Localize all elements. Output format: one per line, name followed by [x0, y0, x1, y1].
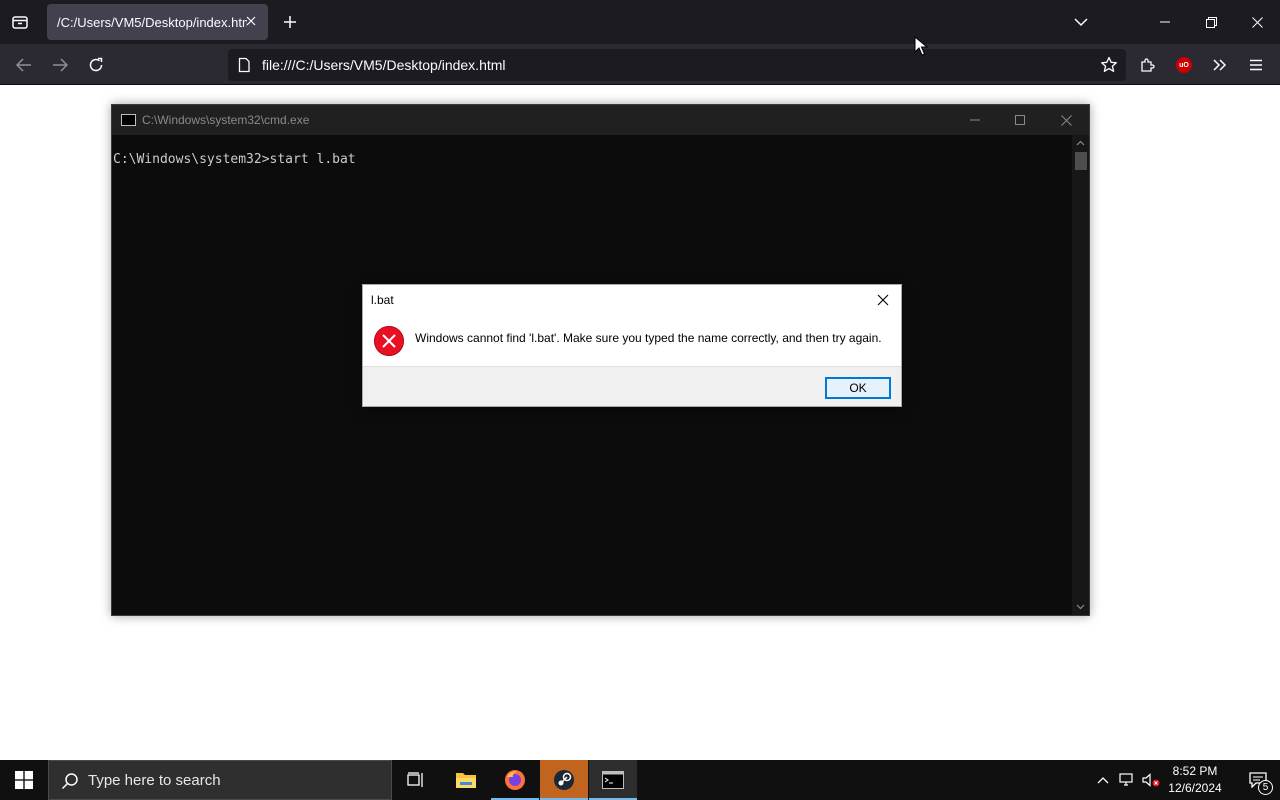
- start-button[interactable]: [0, 760, 48, 800]
- dialog-footer: OK: [363, 366, 901, 406]
- cmd-close-button[interactable]: [1043, 105, 1089, 135]
- reload-icon: [89, 57, 103, 72]
- terminal-icon: [602, 771, 624, 789]
- url-text: file:///C:/Users/VM5/Desktop/index.html: [262, 57, 506, 73]
- arrow-left-icon: [16, 58, 31, 72]
- taskbar-cmd[interactable]: [589, 760, 637, 800]
- cmd-maximize-button[interactable]: [997, 105, 1043, 135]
- taskbar-file-explorer[interactable]: [442, 760, 490, 800]
- cmd-window-title: C:\Windows\system32\cmd.exe: [142, 113, 310, 127]
- ok-button[interactable]: OK: [825, 377, 891, 399]
- cmd-scrollbar[interactable]: [1072, 135, 1089, 615]
- close-icon: [877, 294, 889, 306]
- ublock-icon: uO: [1176, 57, 1192, 73]
- close-icon: [1060, 114, 1072, 126]
- dialog-close-button[interactable]: [869, 287, 897, 313]
- volume-tray-button[interactable]: [1140, 760, 1162, 800]
- browser-nav-bar: file:///C:/Users/VM5/Desktop/index.html …: [0, 44, 1280, 85]
- chevron-up-icon: [1097, 777, 1109, 784]
- clock-time: 8:52 PM: [1172, 764, 1218, 778]
- scroll-down-arrow[interactable]: [1072, 600, 1089, 614]
- tab-list-icon: [12, 16, 28, 29]
- chevron-down-icon: [1074, 18, 1088, 27]
- clock-date: 12/6/2024: [1168, 781, 1222, 795]
- hamburger-menu-icon: [1250, 59, 1262, 71]
- puzzle-icon: [1141, 58, 1155, 72]
- chevron-up-icon: [1076, 140, 1085, 146]
- extensions-button[interactable]: [1133, 50, 1163, 80]
- forward-button[interactable]: [45, 50, 75, 80]
- chevron-down-icon: [1076, 604, 1085, 610]
- error-dialog: l.bat Windows cannot find 'l.bat'. Make …: [362, 284, 902, 407]
- search-placeholder: Type here to search: [88, 771, 221, 789]
- star-icon[interactable]: [1100, 56, 1118, 74]
- close-icon: [246, 16, 256, 26]
- maximize-icon: [1015, 115, 1025, 125]
- new-tab-button[interactable]: [278, 10, 302, 34]
- app-menu-button[interactable]: [1241, 50, 1271, 80]
- cmd-title-bar[interactable]: C:\Windows\system32\cmd.exe: [112, 105, 1089, 135]
- url-bar[interactable]: file:///C:/Users/VM5/Desktop/index.html: [228, 49, 1126, 81]
- windows-logo-icon: [15, 771, 33, 789]
- task-view-button[interactable]: [392, 760, 440, 800]
- volume-muted-icon: [1142, 773, 1160, 787]
- folder-icon: [456, 773, 476, 788]
- cmd-app-icon: [121, 114, 136, 126]
- browser-tab-active[interactable]: /C:/Users/VM5/Desktop/index.html: [47, 4, 268, 40]
- taskbar-firefox[interactable]: [491, 760, 539, 800]
- double-chevron-right-icon: [1213, 59, 1227, 71]
- minimize-icon: [1160, 21, 1170, 23]
- more-tools-button[interactable]: [1205, 50, 1235, 80]
- dialog-message: Windows cannot find 'l.bat'. Make sure y…: [415, 331, 882, 345]
- error-icon: [374, 326, 404, 356]
- network-tray-button[interactable]: [1116, 760, 1138, 800]
- close-icon: [1251, 16, 1263, 28]
- cmd-minimize-button[interactable]: [952, 105, 998, 135]
- mouse-cursor-icon: [914, 36, 928, 56]
- page-icon: [238, 57, 250, 73]
- console-line: C:\Windows\system32>start l.bat: [113, 152, 356, 167]
- task-view-icon: [407, 772, 423, 787]
- windows-taskbar: Type here to search 8:52 PM 12/6/2024 5: [0, 760, 1280, 800]
- notification-count-badge: 5: [1258, 780, 1273, 795]
- browser-tab-bar: /C:/Users/VM5/Desktop/index.html: [0, 0, 1280, 44]
- taskbar-steam[interactable]: [540, 760, 588, 800]
- scroll-thumb[interactable]: [1075, 152, 1087, 170]
- network-icon: [1119, 773, 1133, 786]
- restore-icon: [1205, 16, 1217, 28]
- show-hidden-icons-button[interactable]: [1092, 760, 1114, 800]
- dialog-title: l.bat: [371, 293, 394, 307]
- action-center-button[interactable]: 5: [1236, 760, 1280, 800]
- minimize-icon: [970, 119, 980, 121]
- arrow-right-icon: [53, 58, 68, 72]
- minimize-button[interactable]: [1142, 0, 1188, 44]
- plus-icon: [284, 16, 296, 28]
- close-window-button[interactable]: [1234, 0, 1280, 44]
- taskbar-clock[interactable]: 8:52 PM 12/6/2024: [1162, 763, 1228, 797]
- steam-icon: [554, 770, 574, 790]
- list-all-tabs-button[interactable]: [1058, 0, 1104, 44]
- tab-title: /C:/Users/VM5/Desktop/index.html: [57, 14, 247, 30]
- firefox-icon: [505, 770, 525, 790]
- restore-button[interactable]: [1188, 0, 1234, 44]
- reload-button[interactable]: [81, 50, 111, 80]
- ublock-origin-button[interactable]: uO: [1169, 50, 1199, 80]
- back-button[interactable]: [9, 50, 39, 80]
- tab-list-button[interactable]: [0, 0, 40, 44]
- search-icon: [61, 773, 78, 790]
- scroll-up-arrow[interactable]: [1072, 136, 1089, 150]
- tab-close-button[interactable]: [242, 12, 260, 30]
- taskbar-search-box[interactable]: Type here to search: [48, 760, 392, 800]
